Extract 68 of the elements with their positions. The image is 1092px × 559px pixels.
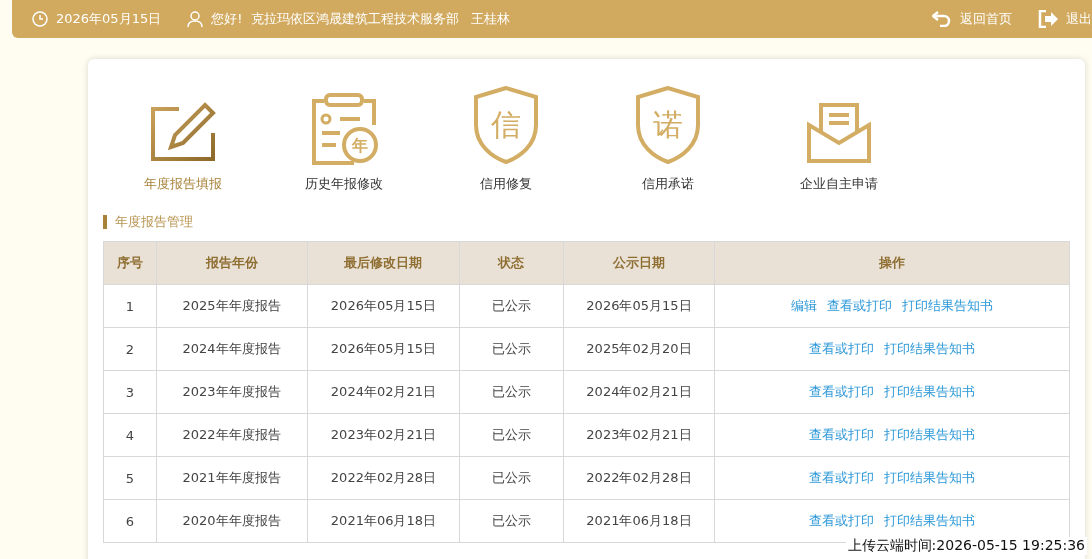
- action-link[interactable]: 打印结果告知书: [884, 470, 976, 485]
- nav-item[interactable]: 企业自主申请: [800, 175, 878, 193]
- shield-icon: 信: [472, 85, 540, 165]
- table-cell: 2026年05月15日: [307, 284, 460, 328]
- column-header: 报告年份: [156, 241, 307, 285]
- table-cell: 3: [103, 370, 157, 414]
- action-link[interactable]: 查看或打印: [809, 470, 875, 485]
- column-header: 操作: [714, 241, 1070, 285]
- column-header: 公示日期: [563, 241, 715, 285]
- table-cell: 2026年05月15日: [307, 327, 460, 371]
- clock-icon: [32, 11, 48, 27]
- table-cell: 2025年02月20日: [563, 327, 715, 371]
- table-cell: 2: [103, 327, 157, 371]
- logout-link[interactable]: 退出: [1066, 10, 1092, 28]
- table-cell: 2023年年度报告: [156, 370, 307, 414]
- table-cell: 2026年05月15日: [563, 284, 715, 328]
- upload-time: 上传云端时间:2026-05-15 19:25:36: [845, 537, 1087, 555]
- table-cell: 已公示: [459, 284, 563, 328]
- table-cell: 2024年02月21日: [307, 370, 460, 414]
- table-cell: 已公示: [459, 327, 563, 371]
- column-header: 最后修改日期: [307, 241, 460, 285]
- action-link[interactable]: 打印结果告知书: [884, 384, 976, 399]
- table-cell: 2020年年度报告: [156, 499, 307, 543]
- table-cell: 2024年年度报告: [156, 327, 307, 371]
- table-cell: 2022年年度报告: [156, 413, 307, 457]
- home-link[interactable]: 返回首页: [960, 10, 1012, 28]
- column-header: 序号: [103, 241, 157, 285]
- table-cell: 2022年02月28日: [307, 456, 460, 500]
- table-cell: 已公示: [459, 370, 563, 414]
- user-icon: [187, 10, 204, 28]
- action-link[interactable]: 查看或打印: [809, 341, 875, 356]
- nav-item[interactable]: 历史年报修改: [305, 175, 383, 193]
- action-link[interactable]: 打印结果告知书: [902, 298, 994, 313]
- action-link[interactable]: 查看或打印: [809, 427, 875, 442]
- table-cell: 2022年02月28日: [563, 456, 715, 500]
- action-link[interactable]: 打印结果告知书: [884, 341, 976, 356]
- nav-item[interactable]: 信用承诺: [642, 175, 694, 193]
- table-cell: 1: [103, 284, 157, 328]
- table-cell: 2023年02月21日: [563, 413, 715, 457]
- table-cell: 6: [103, 499, 157, 543]
- envelope-icon: [807, 101, 871, 165]
- table-cell: 2023年02月21日: [307, 413, 460, 457]
- table-cell: 2024年02月21日: [563, 370, 715, 414]
- action-link[interactable]: 查看或打印: [809, 513, 875, 528]
- nav-item[interactable]: 年度报告填报: [144, 175, 222, 193]
- table-cell: 4: [103, 413, 157, 457]
- table-cell: 5: [103, 456, 157, 500]
- table-cell: 2021年06月18日: [563, 499, 715, 543]
- action-link[interactable]: 编辑: [791, 298, 818, 313]
- action-link[interactable]: 打印结果告知书: [884, 427, 976, 442]
- table-cell: 已公示: [459, 413, 563, 457]
- action-link[interactable]: 查看或打印: [827, 298, 893, 313]
- action-link[interactable]: 打印结果告知书: [884, 513, 976, 528]
- exit-icon[interactable]: [1038, 10, 1058, 28]
- nav-item[interactable]: 信用修复: [480, 175, 532, 193]
- action-link[interactable]: 查看或打印: [809, 384, 875, 399]
- section-title: 年度报告管理: [115, 213, 193, 231]
- current-date: 2026年05月15日: [56, 10, 162, 28]
- shield-icon: 诺: [634, 85, 702, 165]
- table-cell: 2021年06月18日: [307, 499, 460, 543]
- table-cell: 已公示: [459, 499, 563, 543]
- table-cell: 已公示: [459, 456, 563, 500]
- section-marker: [103, 215, 107, 229]
- greeting-text: 您好! 克拉玛依区鸿晟建筑工程技术服务部 王桂林: [211, 10, 511, 28]
- column-header: 状态: [459, 241, 563, 285]
- table-cell: 2021年年度报告: [156, 456, 307, 500]
- return-icon[interactable]: [932, 11, 952, 27]
- table-cell: 2025年年度报告: [156, 284, 307, 328]
